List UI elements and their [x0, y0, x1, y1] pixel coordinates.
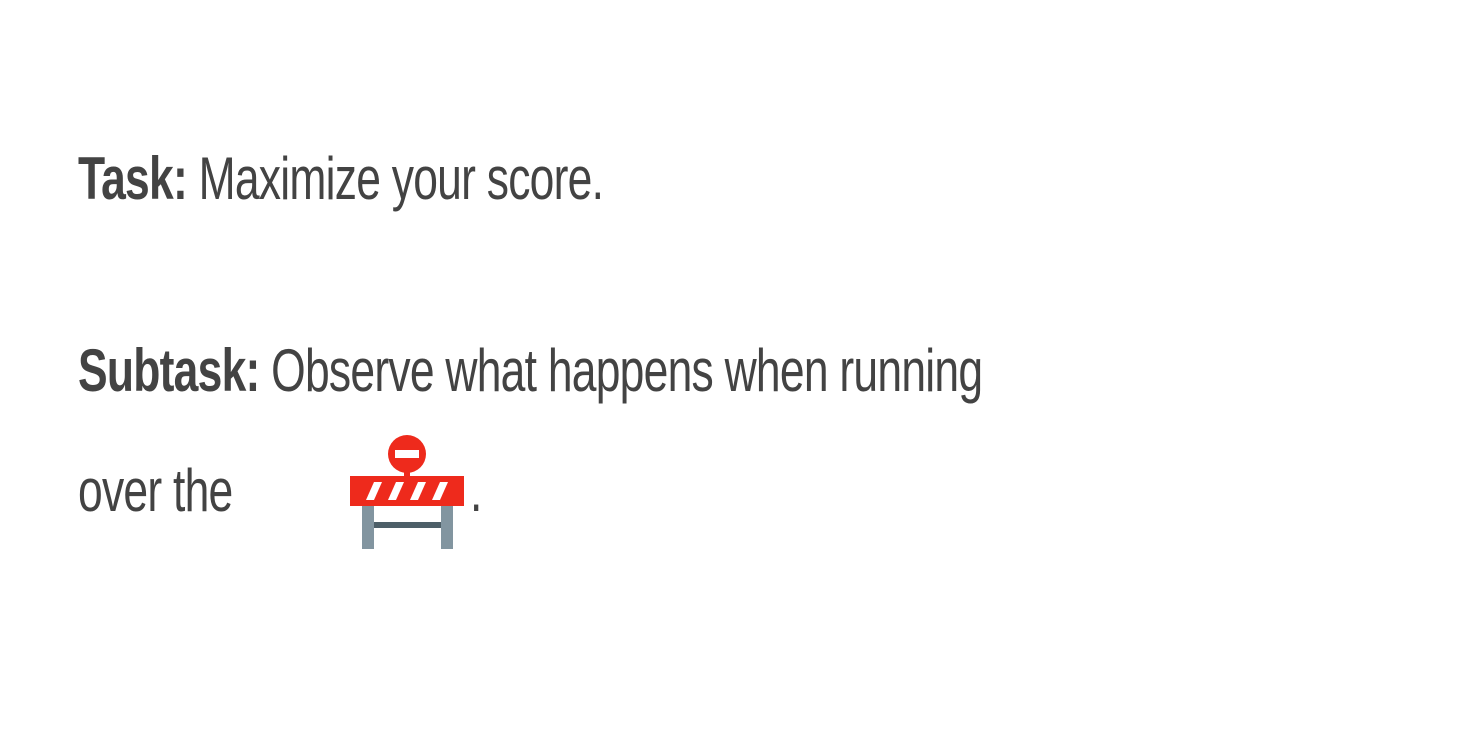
subtask-label: Subtask: — [78, 337, 260, 404]
subtask-text-group: Subtask: Observe what happens when runni… — [78, 330, 983, 412]
subtask-line-2: over the . — [78, 435, 486, 553]
subtask-period-group: . — [470, 450, 482, 532]
task-label: Task: — [78, 145, 188, 212]
instruction-slide: Task: Maximize your score. Subtask: Obse… — [0, 0, 1465, 731]
subtask-period: . — [470, 457, 482, 525]
task-line: Task: Maximize your score. — [78, 138, 788, 220]
task-description: Maximize your score. — [198, 145, 604, 212]
task-text-group: Task: Maximize your score. — [78, 138, 604, 220]
subtask-continuation: over the — [78, 457, 233, 525]
subtask-description: Observe what happens when running — [271, 337, 983, 404]
construction-barrier-icon — [348, 434, 466, 549]
subtask-line2-before-group: over the — [78, 450, 248, 532]
subtask-line-1: Subtask: Observe what happens when runni… — [78, 330, 1300, 412]
